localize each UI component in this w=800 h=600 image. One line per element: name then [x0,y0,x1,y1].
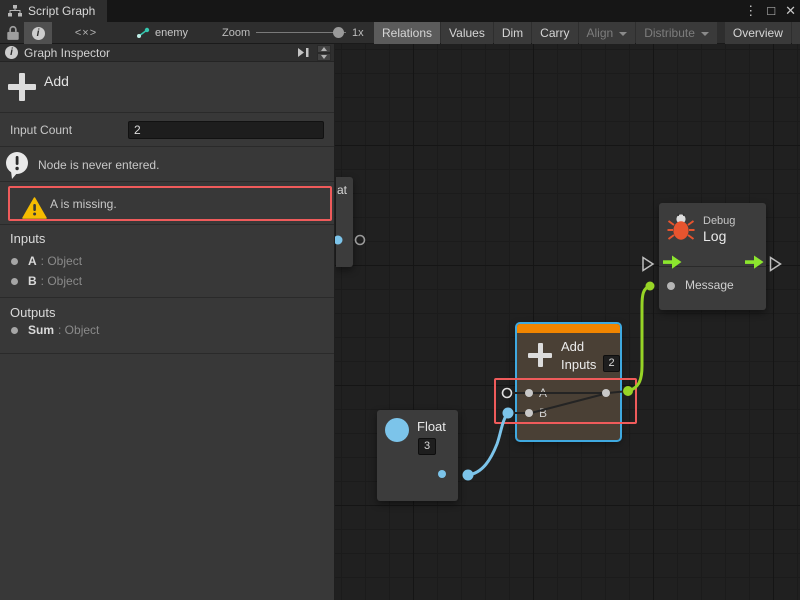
graph-ref-label: enemy [155,27,188,39]
inspector-title: Graph Inspector [24,46,110,60]
output-port-row-sum: Sum : Object [0,320,334,340]
align-dropdown[interactable]: Align [579,22,636,44]
node-title: Add [561,339,584,354]
node-title: Float [417,419,446,434]
dock-panel-icon[interactable] [297,47,310,58]
graph-icon [136,27,150,39]
info-icon: i [5,46,18,59]
input-port-row-b: B : Object [0,271,334,291]
dim-button[interactable]: Dim [494,22,531,44]
node-divider [659,266,766,267]
add-node-icon [528,343,552,367]
port-name: A [28,254,37,268]
outputs-section: Outputs Sum : Object [0,298,334,354]
overview-button[interactable]: Overview [725,22,791,44]
port-dot-icon [11,258,18,265]
port-dot-icon [11,278,18,285]
outputs-title: Outputs [10,305,56,320]
kebab-menu-icon[interactable]: ⋮ [744,0,757,22]
info-message-row: Node is never entered. [0,148,334,182]
script-graph-icon [8,5,22,17]
node-debug-log[interactable]: Debug Log Message [659,203,766,310]
close-icon[interactable]: ✕ [785,0,796,22]
node-selected-header-bar [517,324,620,333]
chevron-down-icon [321,55,327,59]
node-float[interactable]: Float 3 [377,410,458,501]
zoom-label: Zoom [222,22,250,44]
maximize-icon[interactable]: □ [767,0,775,22]
relations-button[interactable]: Relations [374,22,440,44]
warning-message-text: A is missing. [50,188,117,219]
fullscreen-button[interactable]: Full Screen [792,22,800,44]
inputs-title: Inputs [10,231,45,246]
port-name: B [28,274,37,288]
graph-canvas[interactable]: at Float 3 Add Inputs 2 A B [335,44,800,600]
port-name: Sum [28,323,54,337]
chevron-up-icon [321,47,327,51]
add-unit-icon [8,73,36,101]
input-count-row: Input Count [0,114,334,147]
warning-icon [22,197,47,219]
scroll-down-button[interactable] [317,53,331,61]
unit-title: Add [44,73,69,89]
flow-in-triangle-port[interactable] [643,258,653,271]
node-title-fragment: at [337,183,347,197]
zoom-slider[interactable] [256,22,346,44]
message-port-label: Message [685,278,734,292]
scroll-stepper [317,45,331,61]
info-icon: i [32,27,45,40]
flow-out-triangle-port[interactable] [771,258,781,271]
carry-button[interactable]: Carry [532,22,577,44]
scroll-up-button[interactable] [317,45,331,53]
inputs-section: Inputs A : Object B : Object [0,225,334,298]
inspector-toggle-button[interactable]: i [24,22,52,44]
bug-icon [667,211,695,242]
node-category: Debug [703,215,735,227]
log-message-connected-port[interactable] [646,282,655,291]
input-port-row-a: A : Object [0,251,334,271]
graph-inspector-panel: i Graph Inspector Add Input Count [0,44,335,600]
float-output-port[interactable] [463,470,474,481]
values-button[interactable]: Values [441,22,493,44]
toolbar-buttons: Relations Values Dim Carry Align Distrib… [374,22,800,44]
float-value-icon [385,418,409,442]
graph-toolbar: i <×> enemy Zoom 1x Relations Values Dim… [0,22,800,44]
port-type: : Object [41,274,82,288]
node-float-hidden[interactable]: at [336,177,353,267]
warning-message-row: A is missing. [0,182,334,225]
hidden-node-unconnected-port[interactable] [356,236,365,245]
float-value-field[interactable]: 3 [418,438,436,455]
node-subtitle: Inputs [561,357,596,372]
node-title: Log [703,228,726,244]
distribute-dropdown[interactable]: Distribute [636,22,717,44]
tab-title: Script Graph [28,4,95,18]
port-type: : Object [41,254,82,268]
unit-title-section: Add [0,62,334,113]
input-count-field[interactable] [128,121,324,139]
input-count-label: Input Count [10,123,72,137]
port-dot-icon [11,327,18,334]
info-message-text: Node is never entered. [38,148,159,181]
speech-bubble-icon [4,151,31,180]
code-icon[interactable]: <×> [66,22,106,44]
window-controls: ⋮ □ ✕ [744,0,796,22]
zoom-value: 1x [352,22,364,44]
lock-icon[interactable] [4,25,22,41]
warning-highlight-box: A is missing. [8,186,332,221]
add-inputs-count-field[interactable]: 2 [603,355,620,372]
graph-reference[interactable]: enemy [136,22,188,44]
tab-bar: Script Graph ⋮ □ ✕ [0,0,800,22]
wire-add-to-log[interactable] [628,286,650,391]
error-highlight-box [494,378,637,424]
port-type: : Object [58,323,99,337]
tab-script-graph[interactable]: Script Graph [0,0,107,22]
zoom-slider-handle[interactable] [333,27,344,38]
inspector-header: i Graph Inspector [0,44,334,62]
wires-overlay [335,44,800,600]
unity-script-graph-window: Script Graph ⋮ □ ✕ i <×> enemy Zoom [0,0,800,600]
